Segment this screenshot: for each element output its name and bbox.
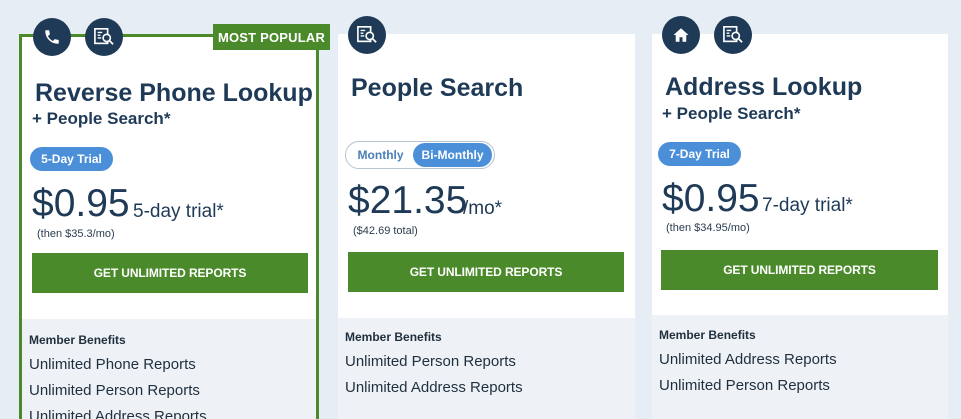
search-report-icon: [348, 16, 386, 54]
plan-title: People Search: [351, 74, 524, 102]
phone-icon: [33, 18, 71, 56]
get-unlimited-reports-button[interactable]: GET UNLIMITED REPORTS: [348, 252, 624, 292]
plan-price: $0.95: [662, 177, 760, 220]
benefit-item: Unlimited Address Reports: [345, 379, 523, 396]
benefit-item: Unlimited Person Reports: [659, 377, 830, 394]
get-unlimited-reports-button[interactable]: GET UNLIMITED REPORTS: [661, 250, 938, 290]
benefit-item: Unlimited Address Reports: [659, 351, 837, 368]
plan-title: Reverse Phone Lookup: [35, 79, 313, 107]
billing-toggle[interactable]: Monthly Bi-Monthly: [345, 141, 495, 169]
price-note: (then $35.3/mo): [37, 228, 115, 240]
trial-pill: 5-Day Trial: [30, 147, 113, 171]
price-note: (then $34.95/mo): [666, 222, 750, 234]
benefits-title: Member Benefits: [345, 330, 442, 344]
search-report-icon: [714, 16, 752, 54]
plan-card-address-lookup: Address Lookup + People Search* 7-Day Tr…: [652, 34, 948, 419]
toggle-monthly[interactable]: Monthly: [348, 143, 413, 167]
plan-subtitle: + People Search*: [662, 104, 801, 123]
benefit-item: Unlimited Person Reports: [345, 353, 516, 370]
trial-pill: 7-Day Trial: [658, 142, 741, 166]
price-suffix: /mo*: [463, 198, 503, 219]
search-report-icon: [85, 18, 123, 56]
get-unlimited-reports-button[interactable]: GET UNLIMITED REPORTS: [32, 253, 308, 293]
benefits-title: Member Benefits: [659, 328, 756, 342]
toggle-bi-monthly[interactable]: Bi-Monthly: [413, 143, 492, 167]
most-popular-badge: MOST POPULAR: [213, 24, 330, 50]
plan-subtitle: + People Search*: [32, 109, 171, 128]
price-suffix: 7-day trial*: [762, 195, 853, 216]
plan-card-reverse-phone: Reverse Phone Lookup + People Search* 5-…: [19, 34, 319, 419]
benefit-item: Unlimited Address Reports: [29, 408, 207, 419]
price-suffix: 5-day trial*: [133, 201, 224, 222]
benefits-title: Member Benefits: [29, 333, 126, 347]
benefit-item: Unlimited Person Reports: [29, 382, 200, 399]
plan-price: $21.35: [348, 179, 468, 222]
benefit-item: Unlimited Phone Reports: [29, 356, 196, 373]
plan-card-people-search: People Search Monthly Bi-Monthly $21.35 …: [338, 34, 635, 419]
price-note: ($42.69 total): [353, 225, 418, 237]
plan-title: Address Lookup: [665, 73, 863, 101]
plan-price: $0.95: [32, 182, 130, 225]
home-icon: [662, 16, 700, 54]
